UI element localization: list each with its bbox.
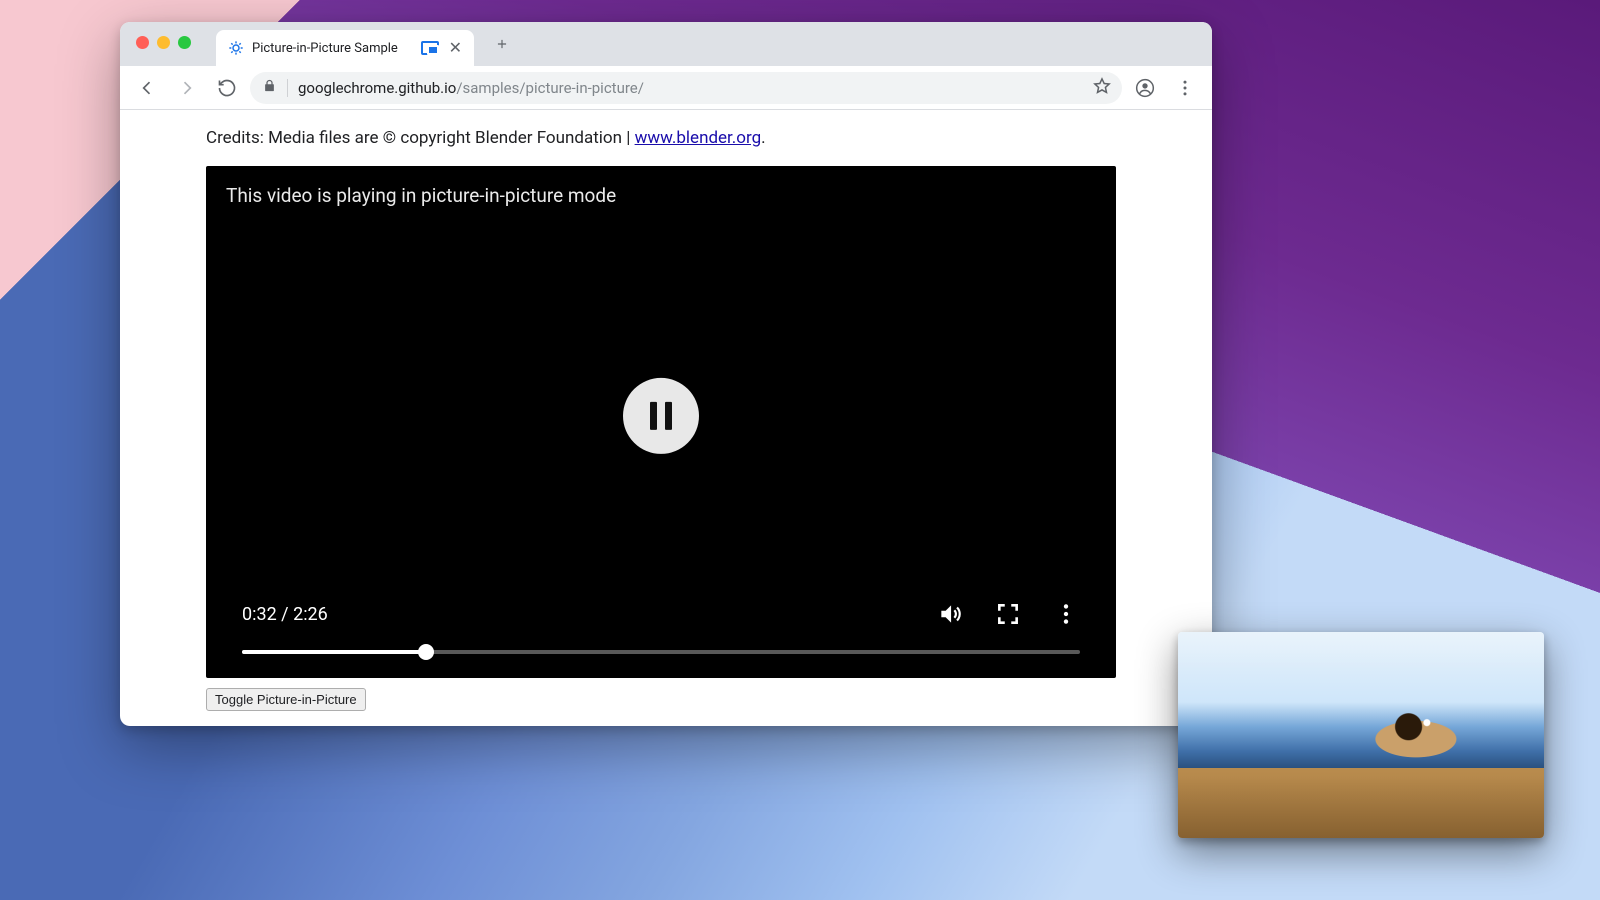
url-text: googlechrome.github.io/samples/picture-i… — [298, 79, 1082, 97]
tab-title: Picture-in-Picture Sample — [252, 41, 413, 56]
progress-fill — [242, 650, 426, 654]
credits-text: Credits: Media files are © copyright Ble… — [206, 128, 1126, 148]
credits-suffix: . — [761, 128, 765, 148]
credits-link[interactable]: www.blender.org — [635, 128, 762, 148]
url-host: googlechrome.github.io — [298, 79, 456, 97]
browser-menu-button[interactable] — [1168, 71, 1202, 105]
tab-favicon-icon — [228, 40, 244, 56]
progress-bar[interactable] — [242, 650, 1080, 654]
video-player[interactable]: This video is playing in picture-in-pict… — [206, 166, 1116, 678]
duration: 2:26 — [293, 604, 328, 625]
omnibox-separator — [287, 79, 288, 97]
pip-window[interactable] — [1178, 632, 1544, 838]
current-time: 0:32 — [242, 604, 277, 625]
address-bar[interactable]: googlechrome.github.io/samples/picture-i… — [250, 72, 1122, 104]
toggle-pip-button[interactable]: Toggle Picture-in-Picture — [206, 688, 366, 711]
window-controls — [136, 36, 191, 49]
forward-button[interactable] — [170, 71, 204, 105]
volume-button[interactable] — [936, 600, 964, 628]
browser-toolbar: googlechrome.github.io/samples/picture-i… — [120, 66, 1212, 110]
page-content: Credits: Media files are © copyright Ble… — [120, 110, 1212, 726]
url-path: /samples/picture-in-picture/ — [456, 79, 644, 97]
window-close-button[interactable] — [136, 36, 149, 49]
credits-prefix: Credits: Media files are © copyright Ble… — [206, 128, 635, 148]
window-zoom-button[interactable] — [178, 36, 191, 49]
pause-icon — [650, 402, 672, 430]
progress-thumb[interactable] — [418, 644, 434, 660]
pip-overlay-message: This video is playing in picture-in-pict… — [226, 184, 616, 207]
back-button[interactable] — [130, 71, 164, 105]
window-minimize-button[interactable] — [157, 36, 170, 49]
video-controls: 0:32 / 2:26 — [206, 600, 1116, 678]
profile-button[interactable] — [1128, 71, 1162, 105]
bookmark-star-icon[interactable] — [1092, 76, 1112, 100]
browser-window: Picture-in-Picture Sample ✕ googlechrome… — [120, 22, 1212, 726]
pip-indicator-icon — [421, 41, 439, 55]
reload-button[interactable] — [210, 71, 244, 105]
tab-strip: Picture-in-Picture Sample ✕ — [120, 22, 1212, 66]
pause-button[interactable] — [623, 378, 699, 454]
browser-tab[interactable]: Picture-in-Picture Sample ✕ — [216, 30, 474, 66]
video-menu-button[interactable] — [1052, 600, 1080, 628]
time-display: 0:32 / 2:26 — [242, 604, 906, 625]
new-tab-button[interactable] — [488, 30, 516, 58]
tab-close-button[interactable]: ✕ — [447, 38, 464, 58]
fullscreen-button[interactable] — [994, 600, 1022, 628]
lock-icon — [262, 78, 277, 97]
